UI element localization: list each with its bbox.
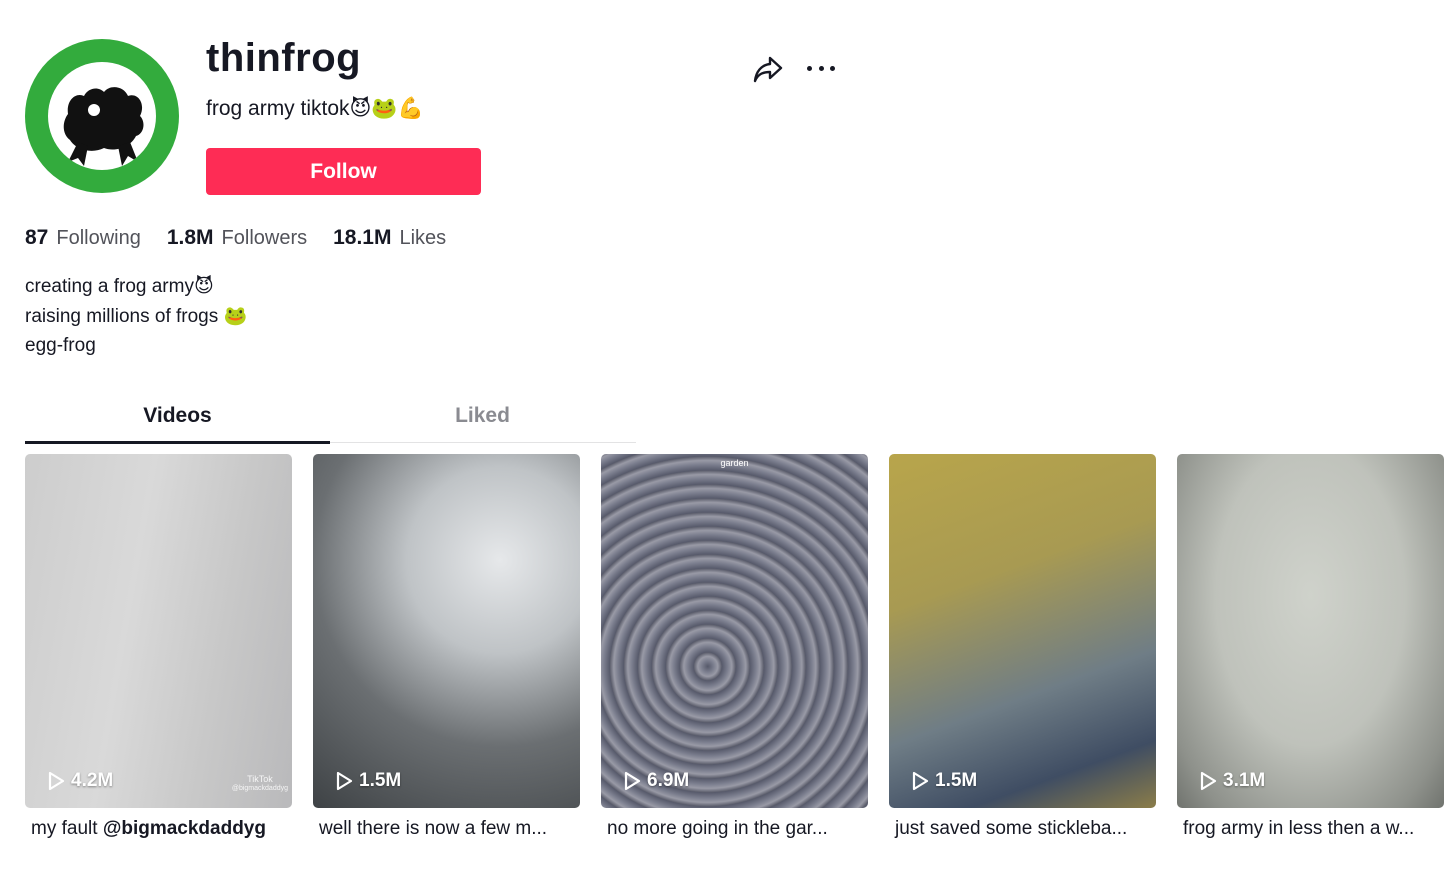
caption-text: frog army in less then a w... xyxy=(1183,818,1415,839)
video-thumbnail[interactable]: 1.5M xyxy=(313,454,580,808)
profile-tabs: Videos Liked xyxy=(25,398,636,444)
play-count: 4.2M xyxy=(47,770,113,792)
stat-likes: 18.1M Likes xyxy=(333,226,446,250)
video-overlay-text: garden xyxy=(720,458,749,468)
play-count-value: 1.5M xyxy=(935,770,978,791)
video-card[interactable]: 3.1M frog army in less then a w... xyxy=(1177,454,1444,840)
caption-text: well there is now a few m... xyxy=(319,818,548,839)
share-icon[interactable] xyxy=(752,53,784,85)
video-card[interactable]: 1.5M well there is now a few m... xyxy=(313,454,580,840)
play-count-value: 1.5M xyxy=(359,770,402,791)
frog-logo-icon xyxy=(48,62,156,170)
video-caption[interactable]: my fault @bigmackdaddyg xyxy=(25,818,292,840)
stat-followers[interactable]: 1.8M Followers xyxy=(167,226,307,250)
tiktok-watermark: TikTok @bigmackdaddyg xyxy=(232,774,288,794)
stat-following[interactable]: 87 Following xyxy=(25,226,141,250)
stat-followers-count: 1.8M xyxy=(166,226,214,249)
video-thumbnail[interactable]: 1.5M xyxy=(889,454,1156,808)
caption-text: my fault xyxy=(31,818,103,839)
play-count-value: 3.1M xyxy=(1223,770,1266,791)
tab-videos[interactable]: Videos xyxy=(25,398,330,444)
play-count: 6.9M xyxy=(623,770,689,792)
play-count: 3.1M xyxy=(1199,770,1265,792)
play-icon xyxy=(48,771,65,791)
stat-following-label: Following xyxy=(56,227,141,249)
caption-mention[interactable]: @bigmackdaddyg xyxy=(103,818,266,839)
play-count-value: 6.9M xyxy=(647,770,690,791)
follow-button[interactable]: Follow xyxy=(206,148,481,195)
play-count: 1.5M xyxy=(335,770,401,792)
play-icon xyxy=(1200,771,1217,791)
play-count: 1.5M xyxy=(911,770,977,792)
watermark-handle: @bigmackdaddyg xyxy=(231,785,288,792)
stat-likes-label: Likes xyxy=(399,227,447,249)
video-thumbnail[interactable]: 3.1M xyxy=(1177,454,1444,808)
play-count-value: 4.2M xyxy=(71,770,114,791)
video-thumbnail[interactable]: TikTok @bigmackdaddyg 4.2M xyxy=(25,454,292,808)
stat-likes-count: 18.1M xyxy=(333,226,392,249)
bio-line: egg-frog xyxy=(25,335,96,356)
video-caption[interactable]: just saved some stickleba... xyxy=(889,818,1156,840)
bio-line: raising millions of frogs 🐸 xyxy=(25,305,248,327)
video-caption[interactable]: well there is now a few m... xyxy=(313,818,580,840)
video-card[interactable]: 1.5M just saved some stickleba... xyxy=(889,454,1156,840)
profile-subtitle: frog army tiktok😈🐸💪 xyxy=(206,97,424,120)
more-options-icon[interactable] xyxy=(804,55,838,81)
video-caption[interactable]: no more going in the gar... xyxy=(601,818,868,840)
video-grid: TikTok @bigmackdaddyg 4.2M my fault @big… xyxy=(25,454,1444,840)
video-card[interactable]: garden 6.9M no more going in the gar... xyxy=(601,454,868,840)
profile-username: thinfrog xyxy=(206,36,362,80)
tab-liked[interactable]: Liked xyxy=(330,398,635,442)
caption-text: no more going in the gar... xyxy=(607,818,828,839)
video-thumbnail[interactable]: garden 6.9M xyxy=(601,454,868,808)
video-caption[interactable]: frog army in less then a w... xyxy=(1177,818,1444,840)
watermark-brand: TikTok xyxy=(247,774,273,784)
stat-followers-label: Followers xyxy=(221,227,308,249)
play-icon xyxy=(912,771,929,791)
avatar[interactable] xyxy=(25,39,179,193)
play-icon xyxy=(336,771,353,791)
play-icon xyxy=(624,771,641,791)
profile-stats: 87 Following 1.8M Followers 18.1M Likes xyxy=(25,226,472,250)
video-card[interactable]: TikTok @bigmackdaddyg 4.2M my fault @big… xyxy=(25,454,292,840)
caption-text: just saved some stickleba... xyxy=(895,818,1128,839)
bio-line: creating a frog army😈 xyxy=(25,276,214,297)
stat-following-count: 87 xyxy=(25,226,49,249)
profile-bio: creating a frog army😈 raising millions o… xyxy=(25,272,247,361)
